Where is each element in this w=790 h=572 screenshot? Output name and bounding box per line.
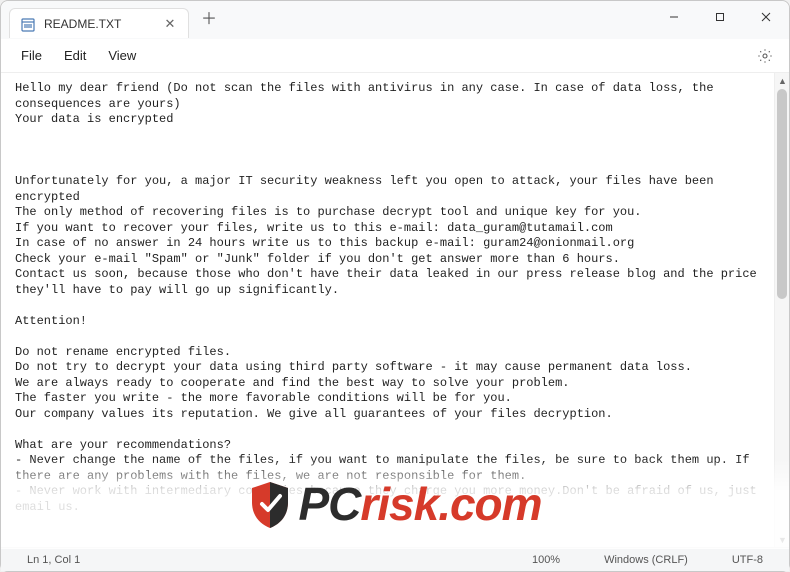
editor-area: Hello my dear friend (Do not scan the fi… — [1, 73, 789, 547]
scroll-down-arrow[interactable]: ▼ — [775, 532, 789, 547]
close-button[interactable] — [743, 1, 789, 33]
tab-close-button[interactable]: ✕ — [162, 16, 178, 32]
scroll-up-arrow[interactable]: ▲ — [775, 73, 789, 88]
menu-view[interactable]: View — [98, 44, 146, 67]
cursor-position: Ln 1, Col 1 — [15, 554, 92, 566]
menu-file[interactable]: File — [11, 44, 52, 67]
maximize-button[interactable] — [697, 1, 743, 33]
encoding: UTF-8 — [720, 554, 775, 566]
new-tab-button[interactable]: ＋ — [195, 6, 223, 34]
minimize-button[interactable] — [651, 1, 697, 33]
settings-button[interactable] — [751, 42, 779, 70]
window-controls — [651, 1, 789, 39]
document-tab[interactable]: README.TXT ✕ — [9, 8, 189, 38]
zoom-level[interactable]: 100% — [520, 554, 572, 566]
vertical-scrollbar[interactable]: ▲ ▼ — [774, 73, 789, 547]
line-ending: Windows (CRLF) — [592, 554, 700, 566]
titlebar: README.TXT ✕ ＋ — [1, 1, 789, 39]
file-icon — [20, 16, 36, 32]
menu-edit[interactable]: Edit — [54, 44, 96, 67]
menubar: File Edit View — [1, 39, 789, 73]
notepad-window: README.TXT ✕ ＋ File Edit View Hel — [0, 0, 790, 572]
text-content[interactable]: Hello my dear friend (Do not scan the fi… — [1, 73, 774, 547]
scroll-thumb[interactable] — [777, 89, 787, 299]
statusbar: Ln 1, Col 1 100% Windows (CRLF) UTF-8 — [1, 547, 789, 571]
tab-title: README.TXT — [44, 17, 154, 31]
